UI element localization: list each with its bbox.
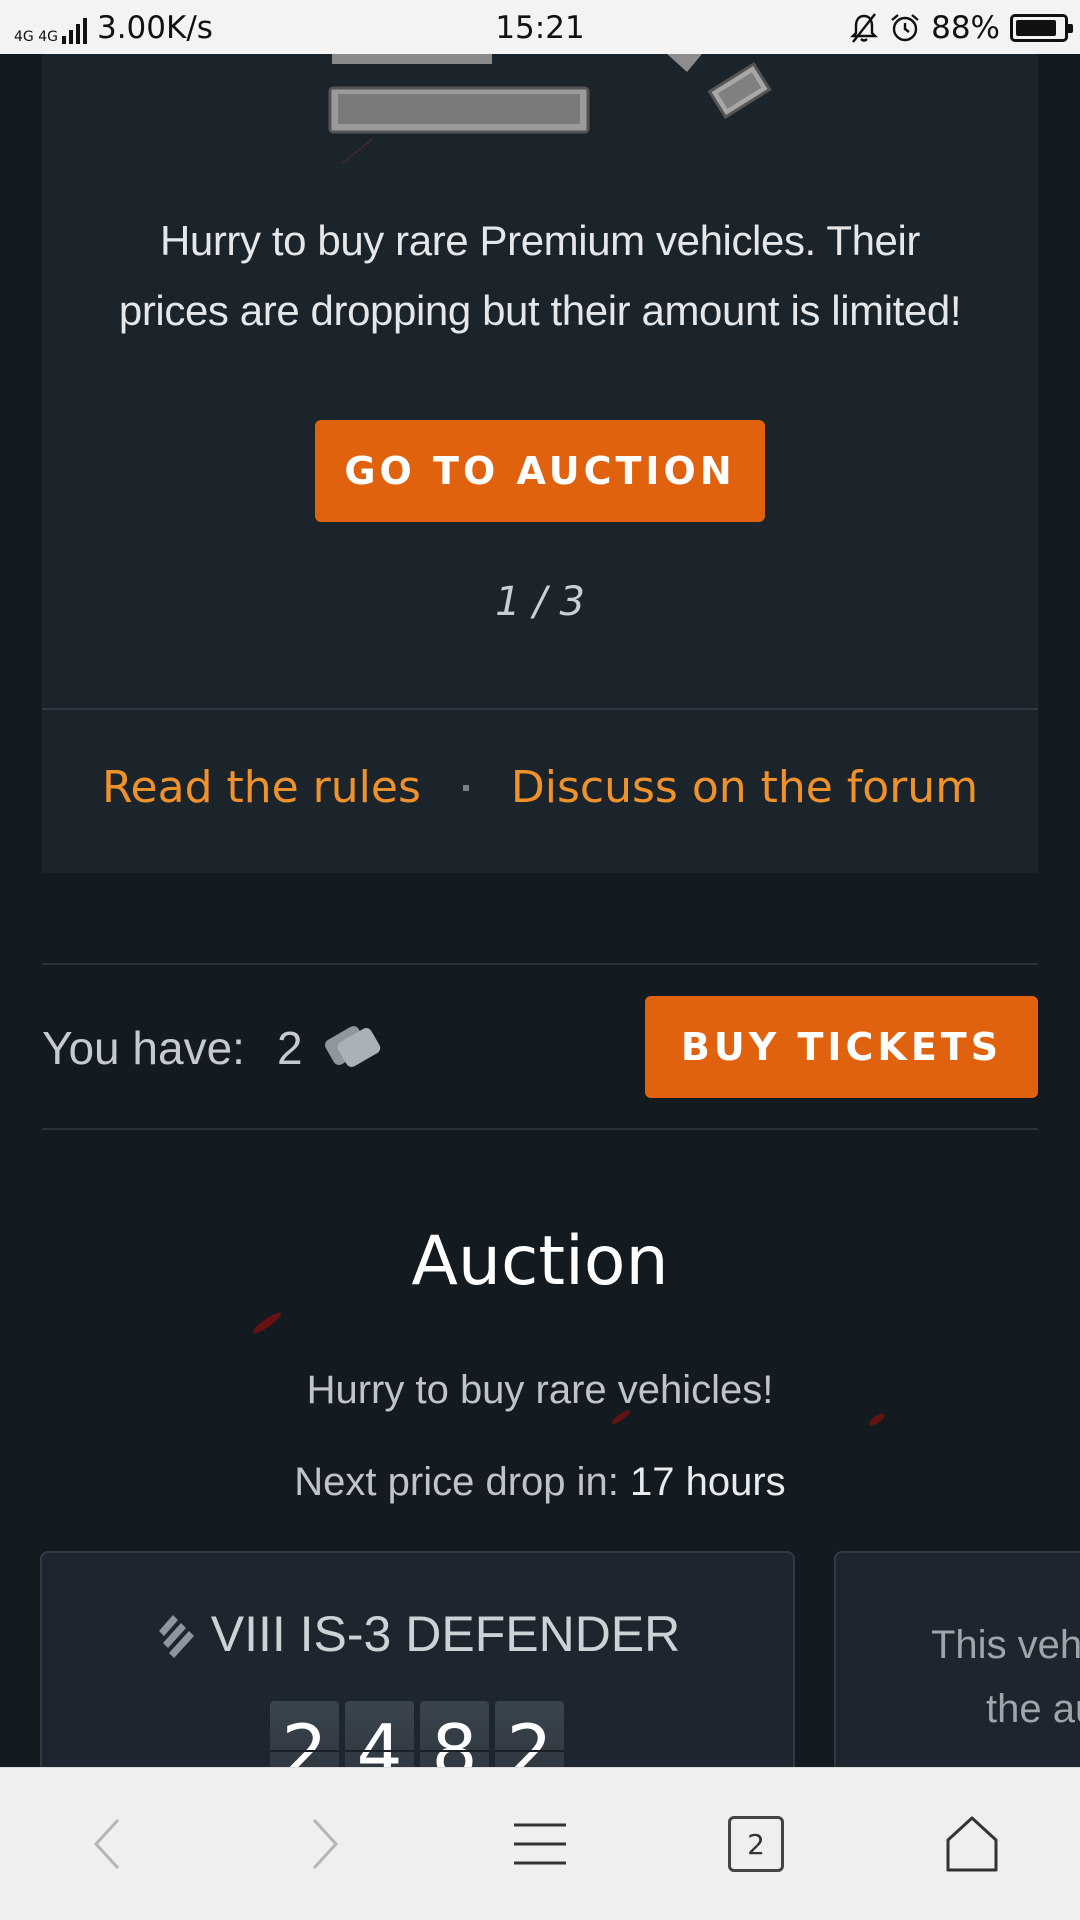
ticket-balance-label: You have: [42, 1022, 245, 1074]
go-to-auction-button[interactable]: GO TO AUCTION [315, 420, 765, 522]
ticket-icon [324, 1026, 380, 1067]
back-button[interactable] [48, 1784, 168, 1904]
blood-splatter [867, 1411, 887, 1428]
battery-level [1016, 20, 1057, 36]
price-digit: 2 [495, 1701, 564, 1767]
battery-percent: 88% [931, 10, 1000, 46]
promo-text: Hurry to buy rare Premium vehicles. Thei… [118, 217, 962, 334]
separator-dot [462, 784, 469, 791]
home-button[interactable] [912, 1784, 1032, 1904]
promo-banner: Hurry to buy rare Premium vehicles. Thei… [42, 54, 1038, 873]
forward-button[interactable] [264, 1784, 384, 1904]
divider [42, 963, 1038, 965]
tabs-button[interactable]: 2 [696, 1784, 816, 1904]
browser-bottom-bar: 2 [0, 1767, 1080, 1920]
menu-icon [514, 1823, 566, 1865]
vehicle-name: VIII IS-3 DEFENDER [210, 1606, 681, 1662]
message-line: the au [986, 1687, 1080, 1731]
price-drop-label: Next price drop in: [294, 1460, 619, 1504]
section-subtitle: Hurry to buy rare vehicles! [306, 1368, 774, 1412]
price-digit: 4 [345, 1701, 414, 1767]
read-rules-link[interactable]: Read the rules [102, 762, 421, 813]
buy-tickets-button[interactable]: BUY TICKETS [645, 996, 1038, 1098]
ticket-balance: You have: 2 [42, 1020, 385, 1076]
price-counter: 2 4 8 2 [270, 1701, 564, 1767]
divider [42, 1128, 1038, 1130]
chevron-left-icon [93, 1818, 120, 1870]
tabs-count: 2 [728, 1816, 784, 1872]
vehicle-wreck-image [328, 54, 772, 164]
message-line: This veh [931, 1623, 1080, 1667]
ticket-count: 2 [276, 1022, 303, 1074]
battery-icon [1010, 14, 1073, 42]
alarm-icon [891, 14, 919, 42]
vehicle-card-message: This veh the au [931, 1613, 1080, 1741]
section-title: Auction [411, 1222, 669, 1301]
page-content[interactable]: Hurry to buy rare Premium vehicles. Thei… [0, 54, 1080, 1767]
forum-link[interactable]: Discuss on the forum [511, 762, 978, 813]
home-icon [946, 1816, 998, 1872]
heavy-tank-class-icon [158, 1615, 194, 1658]
price-digit: 8 [420, 1701, 489, 1767]
blood-splatter [250, 1309, 284, 1337]
slide-pager: 1 / 3 [495, 579, 585, 625]
vehicle-card[interactable]: VIII IS-3 DEFENDER 2 4 8 2 [40, 1551, 795, 1767]
chevron-right-icon [312, 1818, 339, 1870]
price-drop-value: 17 hours [630, 1460, 786, 1504]
price-drop-timer: Next price drop in: 17 hours [0, 1460, 1080, 1505]
banner-links: Read the rules Discuss on the forum [42, 762, 1038, 813]
vehicle-title: VIII IS-3 DEFENDER [42, 1605, 793, 1663]
divider [42, 708, 1038, 710]
status-bar: 4G 4G 3.00K/s 15:21 88% [0, 0, 1080, 54]
mute-bell-icon [850, 13, 878, 43]
menu-button[interactable] [480, 1784, 600, 1904]
price-digit: 2 [270, 1701, 339, 1767]
vehicle-card-next[interactable]: This veh the au [834, 1551, 1080, 1767]
